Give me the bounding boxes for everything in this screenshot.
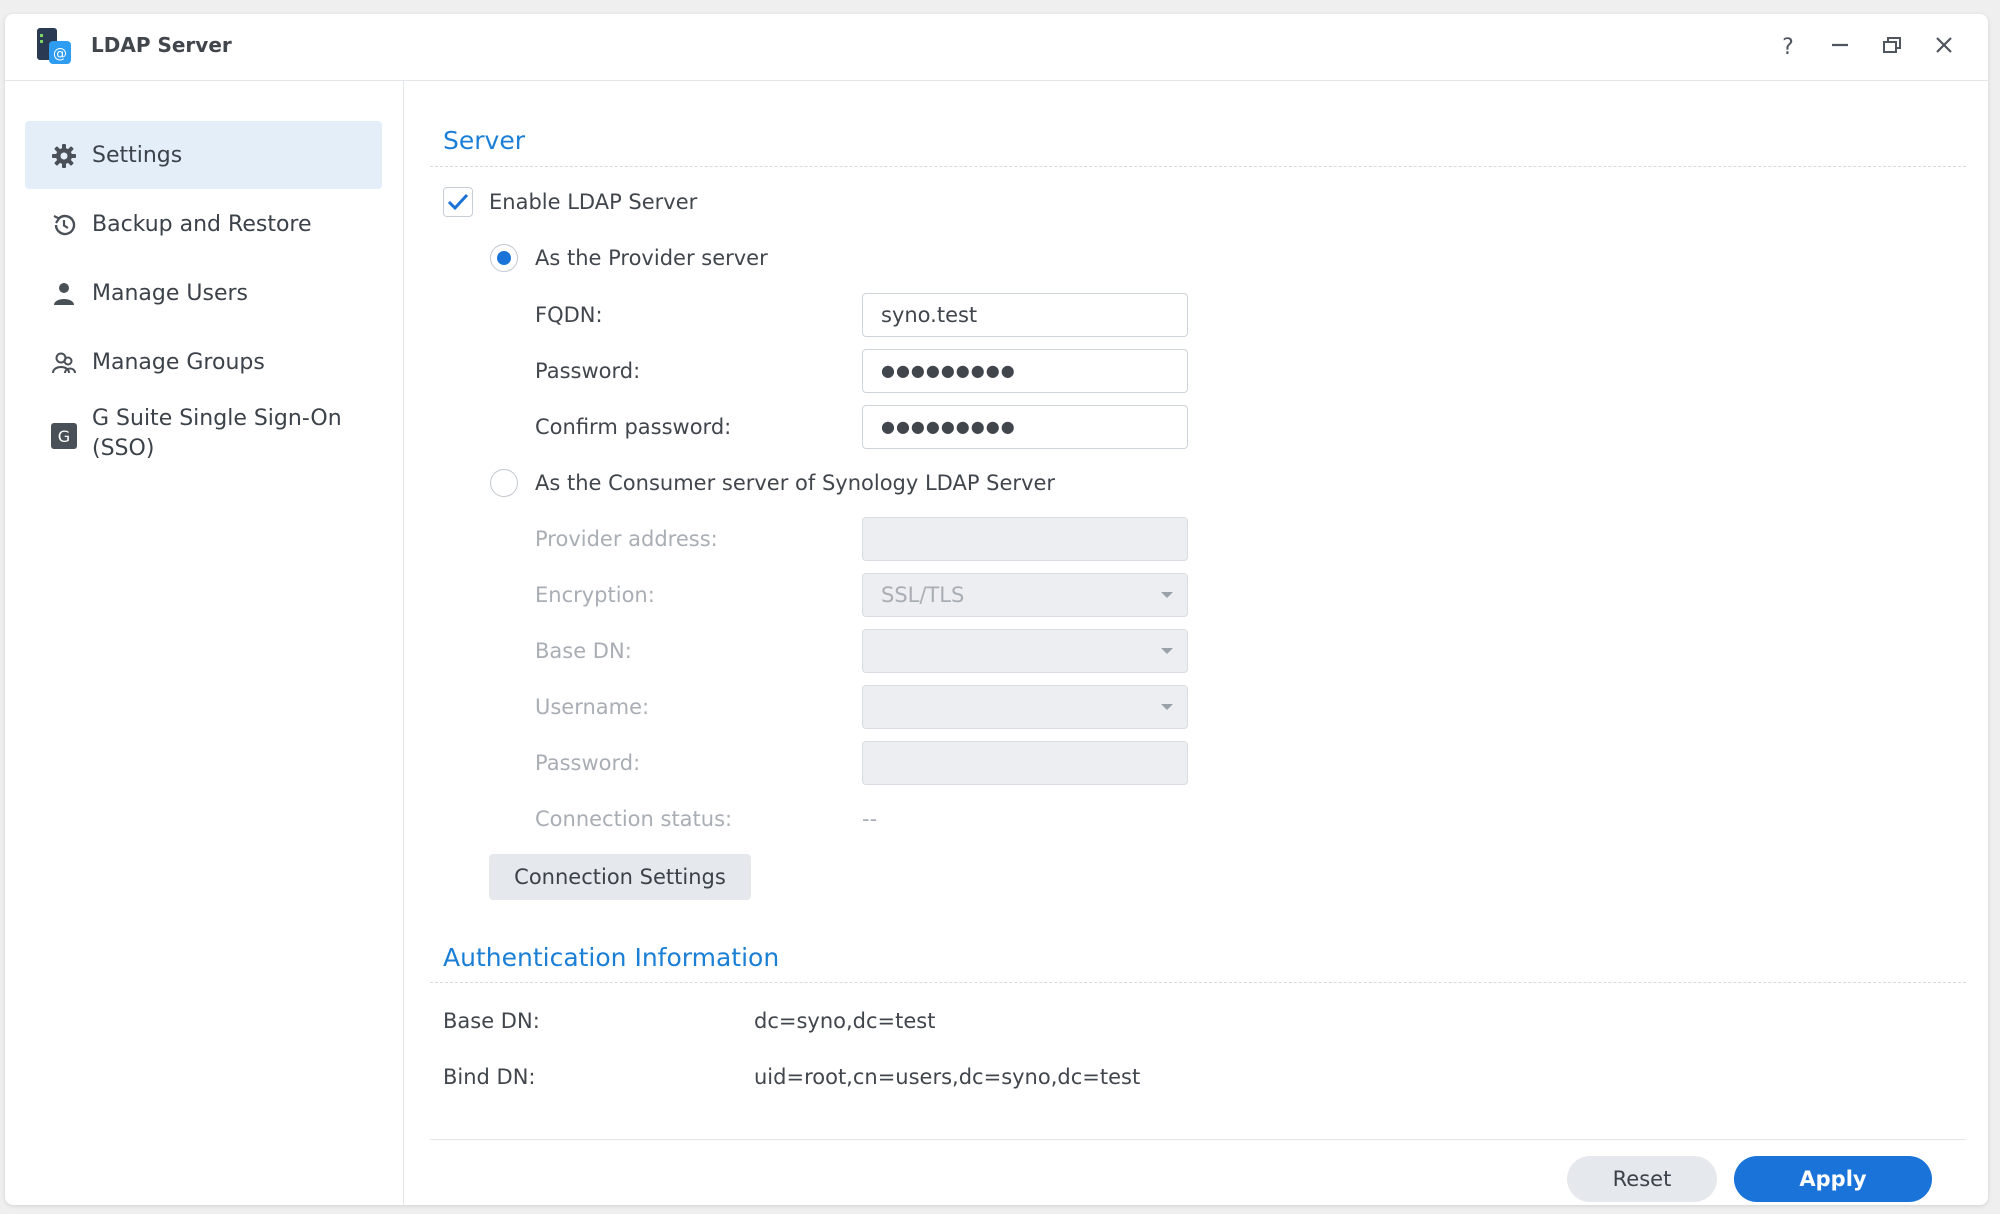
- close-button[interactable]: [1928, 31, 1960, 63]
- chevron-down-icon: [1161, 592, 1173, 598]
- gear-icon: [51, 143, 77, 169]
- auth-bind-dn-label: Bind DN:: [443, 1065, 536, 1089]
- help-icon: ?: [1782, 34, 1794, 60]
- apply-button[interactable]: Apply: [1734, 1156, 1932, 1202]
- window-title: LDAP Server: [91, 33, 232, 57]
- confirm-password-label: Confirm password:: [535, 415, 732, 439]
- sidebar-item-label: Backup and Restore: [92, 212, 312, 237]
- checkmark-icon: [447, 193, 469, 211]
- group-icon: [51, 350, 77, 376]
- consumer-base-dn-select[interactable]: [862, 629, 1188, 673]
- consumer-username-label: Username:: [535, 695, 650, 719]
- svg-text:@: @: [53, 46, 67, 62]
- footer-divider: [430, 1139, 1966, 1140]
- chevron-down-icon: [1161, 648, 1173, 654]
- settings-panel: Server Enable LDAP Server As the Provide…: [404, 80, 1988, 1205]
- section-title-server: Server: [443, 126, 525, 155]
- encryption-select[interactable]: SSL/TLS: [862, 573, 1188, 617]
- sidebar-item-settings[interactable]: Settings: [25, 121, 382, 189]
- history-icon: [51, 212, 77, 238]
- connection-status-value: --: [862, 807, 878, 831]
- fqdn-label: FQDN:: [535, 303, 603, 327]
- minimize-button[interactable]: [1824, 31, 1856, 63]
- auth-bind-dn-value: uid=root,cn=users,dc=syno,dc=test: [754, 1065, 1141, 1089]
- enable-ldap-label: Enable LDAP Server: [489, 190, 698, 214]
- provider-server-radio[interactable]: [490, 244, 518, 272]
- provider-address-input[interactable]: [862, 517, 1188, 561]
- connection-settings-button[interactable]: Connection Settings: [489, 854, 751, 900]
- sidebar-item-g-suite-sso[interactable]: G G Suite Single Sign-On (SSO): [25, 397, 382, 473]
- g-suite-icon: G: [51, 423, 77, 449]
- consumer-password-input[interactable]: [862, 741, 1188, 785]
- password-input[interactable]: ●●●●●●●●●: [862, 349, 1188, 393]
- sidebar-item-label: G Suite Single Sign-On (SSO): [92, 406, 342, 461]
- provider-server-label: As the Provider server: [535, 246, 768, 270]
- ldap-server-app-icon: @: [35, 28, 75, 66]
- g-icon-letter: G: [58, 427, 70, 446]
- enable-ldap-checkbox[interactable]: [443, 187, 473, 217]
- confirm-password-input[interactable]: ●●●●●●●●●: [862, 405, 1188, 449]
- sidebar-item-label: Manage Groups: [92, 350, 265, 375]
- sidebar-item-manage-groups[interactable]: Manage Groups: [25, 328, 382, 396]
- consumer-base-dn-label: Base DN:: [535, 639, 632, 663]
- sidebar-item-label: Manage Users: [92, 281, 248, 306]
- provider-address-label: Provider address:: [535, 527, 718, 551]
- consumer-password-label: Password:: [535, 751, 641, 775]
- close-icon: [1934, 35, 1954, 59]
- user-icon: [51, 281, 77, 307]
- consumer-username-select[interactable]: [862, 685, 1188, 729]
- reset-button[interactable]: Reset: [1567, 1156, 1717, 1202]
- help-button[interactable]: ?: [1772, 31, 1804, 63]
- consumer-server-label: As the Consumer server of Synology LDAP …: [535, 471, 1056, 495]
- restore-button[interactable]: [1876, 31, 1908, 63]
- sidebar-item-backup-and-restore[interactable]: Backup and Restore: [25, 190, 382, 258]
- sidebar-item-label: Settings: [92, 143, 183, 168]
- consumer-server-radio[interactable]: [490, 469, 518, 497]
- restore-icon: [1881, 34, 1903, 60]
- section-divider: [430, 166, 1966, 167]
- chevron-down-icon: [1161, 704, 1173, 710]
- encryption-value: SSL/TLS: [881, 583, 965, 607]
- title-bar: @ LDAP Server ?: [5, 14, 1988, 81]
- section-divider: [430, 982, 1966, 983]
- section-title-authentication: Authentication Information: [443, 943, 780, 972]
- fqdn-input[interactable]: [862, 293, 1188, 337]
- auth-base-dn-value: dc=syno,dc=test: [754, 1009, 936, 1033]
- connection-status-label: Connection status:: [535, 807, 733, 831]
- password-label: Password:: [535, 359, 641, 383]
- minimize-icon: [1830, 35, 1850, 59]
- auth-base-dn-label: Base DN:: [443, 1009, 540, 1033]
- sidebar-item-manage-users[interactable]: Manage Users: [25, 259, 382, 327]
- encryption-label: Encryption:: [535, 583, 655, 607]
- ldap-server-window: @ LDAP Server ? Settings Backup and Rest…: [5, 14, 1988, 1205]
- sidebar: Settings Backup and Restore Manage Users: [5, 80, 404, 1205]
